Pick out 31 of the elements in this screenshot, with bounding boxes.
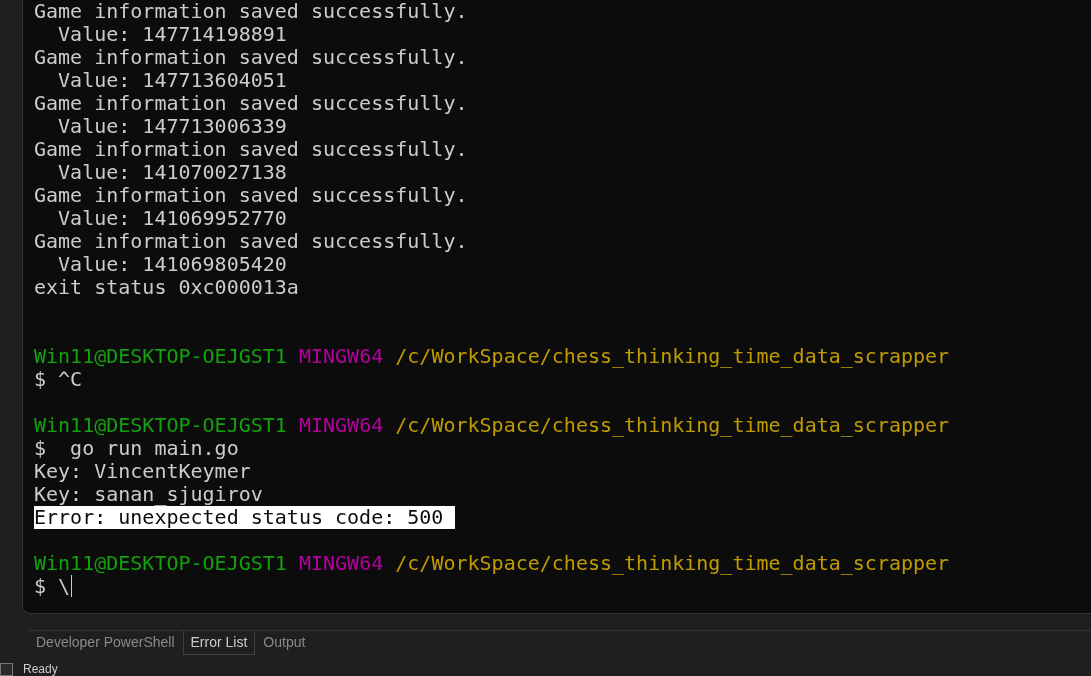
command-line: $ go run main.go bbox=[34, 437, 239, 460]
prompt-system: MINGW64 bbox=[298, 345, 384, 368]
command-line: $ ^C bbox=[34, 368, 83, 391]
command-line: $ \ bbox=[34, 575, 71, 598]
terminal-output-line: Value: 141069805420 bbox=[57, 253, 287, 276]
terminal-output-line: Game information saved successfully. bbox=[34, 92, 468, 115]
terminal-output-line: Value: 141069952770 bbox=[57, 207, 287, 230]
terminal-output-line: Value: 147713006339 bbox=[57, 115, 287, 138]
status-text: Ready bbox=[23, 662, 58, 676]
terminal-output-line: Game information saved successfully. bbox=[34, 184, 468, 207]
terminal-output-line: Value: 147713604051 bbox=[57, 69, 287, 92]
terminal-output-line: exit status 0xc000013a bbox=[34, 276, 299, 299]
terminal-output-line: Game information saved successfully. bbox=[34, 138, 468, 161]
panel-tab[interactable]: Developer PowerShell bbox=[28, 631, 183, 655]
terminal-output-line: Key: sanan_sjugirov bbox=[34, 483, 263, 506]
prompt-system: MINGW64 bbox=[298, 414, 384, 437]
panel-tab[interactable]: Error List bbox=[182, 631, 256, 655]
terminal-output-line: Game information saved successfully. bbox=[34, 46, 468, 69]
prompt-system: MINGW64 bbox=[298, 552, 384, 575]
terminal-output-line: Game information saved successfully. bbox=[34, 0, 468, 23]
terminal-output-line: Value: 141070027138 bbox=[57, 161, 287, 184]
prompt-path: /c/WorkSpace/chess_thinking_time_data_scrapper bbox=[395, 552, 950, 575]
terminal-output-line: Key: VincentKeymer bbox=[34, 460, 251, 483]
terminal-output-line: Game information saved successfully. bbox=[34, 230, 468, 253]
prompt-user-host: Win11@DESKTOP-OEJGST1 bbox=[34, 414, 287, 437]
terminal-output-line: Value: 147714198891 bbox=[57, 23, 287, 46]
prompt-user-host: Win11@DESKTOP-OEJGST1 bbox=[34, 552, 287, 575]
prompt-user-host: Win11@DESKTOP-OEJGST1 bbox=[34, 345, 287, 368]
panel-tab[interactable]: Output bbox=[255, 631, 314, 655]
prompt-path: /c/WorkSpace/chess_thinking_time_data_scrapper bbox=[395, 414, 950, 437]
prompt-path: /c/WorkSpace/chess_thinking_time_data_scrapper bbox=[395, 345, 950, 368]
